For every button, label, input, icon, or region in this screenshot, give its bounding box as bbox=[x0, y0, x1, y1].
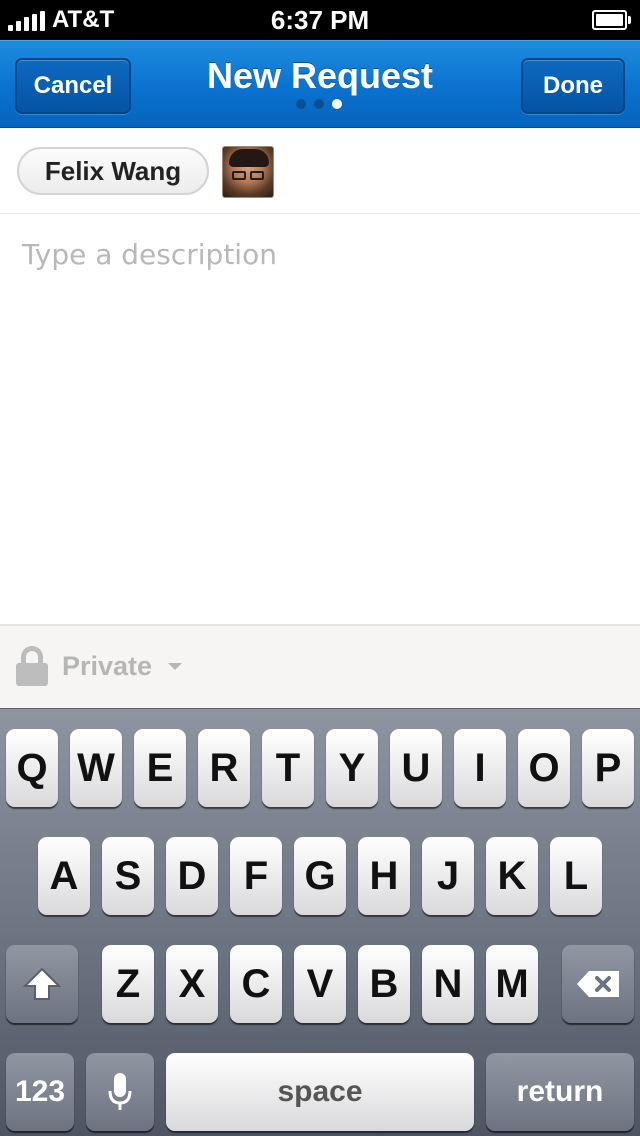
key-g[interactable]: G bbox=[294, 837, 346, 915]
key-u[interactable]: U bbox=[390, 729, 442, 807]
cancel-button[interactable]: Cancel bbox=[15, 58, 131, 114]
key-e[interactable]: E bbox=[134, 729, 186, 807]
key-w[interactable]: W bbox=[70, 729, 122, 807]
key-k[interactable]: K bbox=[486, 837, 538, 915]
delete-key[interactable] bbox=[562, 945, 634, 1023]
return-key[interactable]: return bbox=[486, 1053, 634, 1131]
key-p[interactable]: P bbox=[582, 729, 634, 807]
delete-icon bbox=[575, 969, 621, 999]
done-button[interactable]: Done bbox=[521, 58, 625, 114]
key-d[interactable]: D bbox=[166, 837, 218, 915]
key-b[interactable]: B bbox=[358, 945, 410, 1023]
key-q[interactable]: Q bbox=[6, 729, 58, 807]
dictation-key[interactable] bbox=[86, 1053, 154, 1131]
privacy-selector[interactable]: Private bbox=[0, 624, 640, 708]
key-r[interactable]: R bbox=[198, 729, 250, 807]
battery-icon bbox=[592, 10, 632, 30]
key-v[interactable]: V bbox=[294, 945, 346, 1023]
nav-bar: Cancel New Request Done bbox=[0, 40, 640, 128]
key-y[interactable]: Y bbox=[326, 729, 378, 807]
avatar[interactable] bbox=[222, 146, 274, 198]
description-input[interactable] bbox=[0, 214, 640, 624]
key-o[interactable]: O bbox=[518, 729, 570, 807]
microphone-icon bbox=[107, 1071, 133, 1113]
caret-down-icon bbox=[168, 663, 182, 670]
numbers-key[interactable]: 123 bbox=[6, 1053, 74, 1131]
key-i[interactable]: I bbox=[454, 729, 506, 807]
page-dot bbox=[296, 99, 306, 109]
recipient-chip[interactable]: Felix Wang bbox=[17, 147, 209, 195]
keyboard: Q W E R T Y U I O P A S D F G H J K L Z … bbox=[0, 708, 640, 1136]
key-c[interactable]: C bbox=[230, 945, 282, 1023]
status-time: 6:37 PM bbox=[270, 5, 370, 35]
key-l[interactable]: L bbox=[550, 837, 602, 915]
lock-icon bbox=[16, 646, 48, 686]
privacy-label: Private bbox=[62, 651, 153, 681]
shift-key[interactable] bbox=[6, 945, 78, 1023]
key-x[interactable]: X bbox=[166, 945, 218, 1023]
key-j[interactable]: J bbox=[422, 837, 474, 915]
key-f[interactable]: F bbox=[230, 837, 282, 915]
key-h[interactable]: H bbox=[358, 837, 410, 915]
key-s[interactable]: S bbox=[102, 837, 154, 915]
shift-icon bbox=[22, 966, 62, 1002]
key-t[interactable]: T bbox=[262, 729, 314, 807]
recipient-row: Felix Wang bbox=[0, 128, 640, 214]
page-dot-active bbox=[332, 99, 342, 109]
space-key[interactable]: space bbox=[166, 1053, 474, 1131]
key-m[interactable]: M bbox=[486, 945, 538, 1023]
status-bar: AT&T 6:37 PM bbox=[0, 0, 640, 40]
key-a[interactable]: A bbox=[38, 837, 90, 915]
key-n[interactable]: N bbox=[422, 945, 474, 1023]
key-z[interactable]: Z bbox=[102, 945, 154, 1023]
page-indicator bbox=[296, 99, 346, 111]
page-dot bbox=[314, 99, 324, 109]
page-title: New Request bbox=[206, 55, 434, 96]
